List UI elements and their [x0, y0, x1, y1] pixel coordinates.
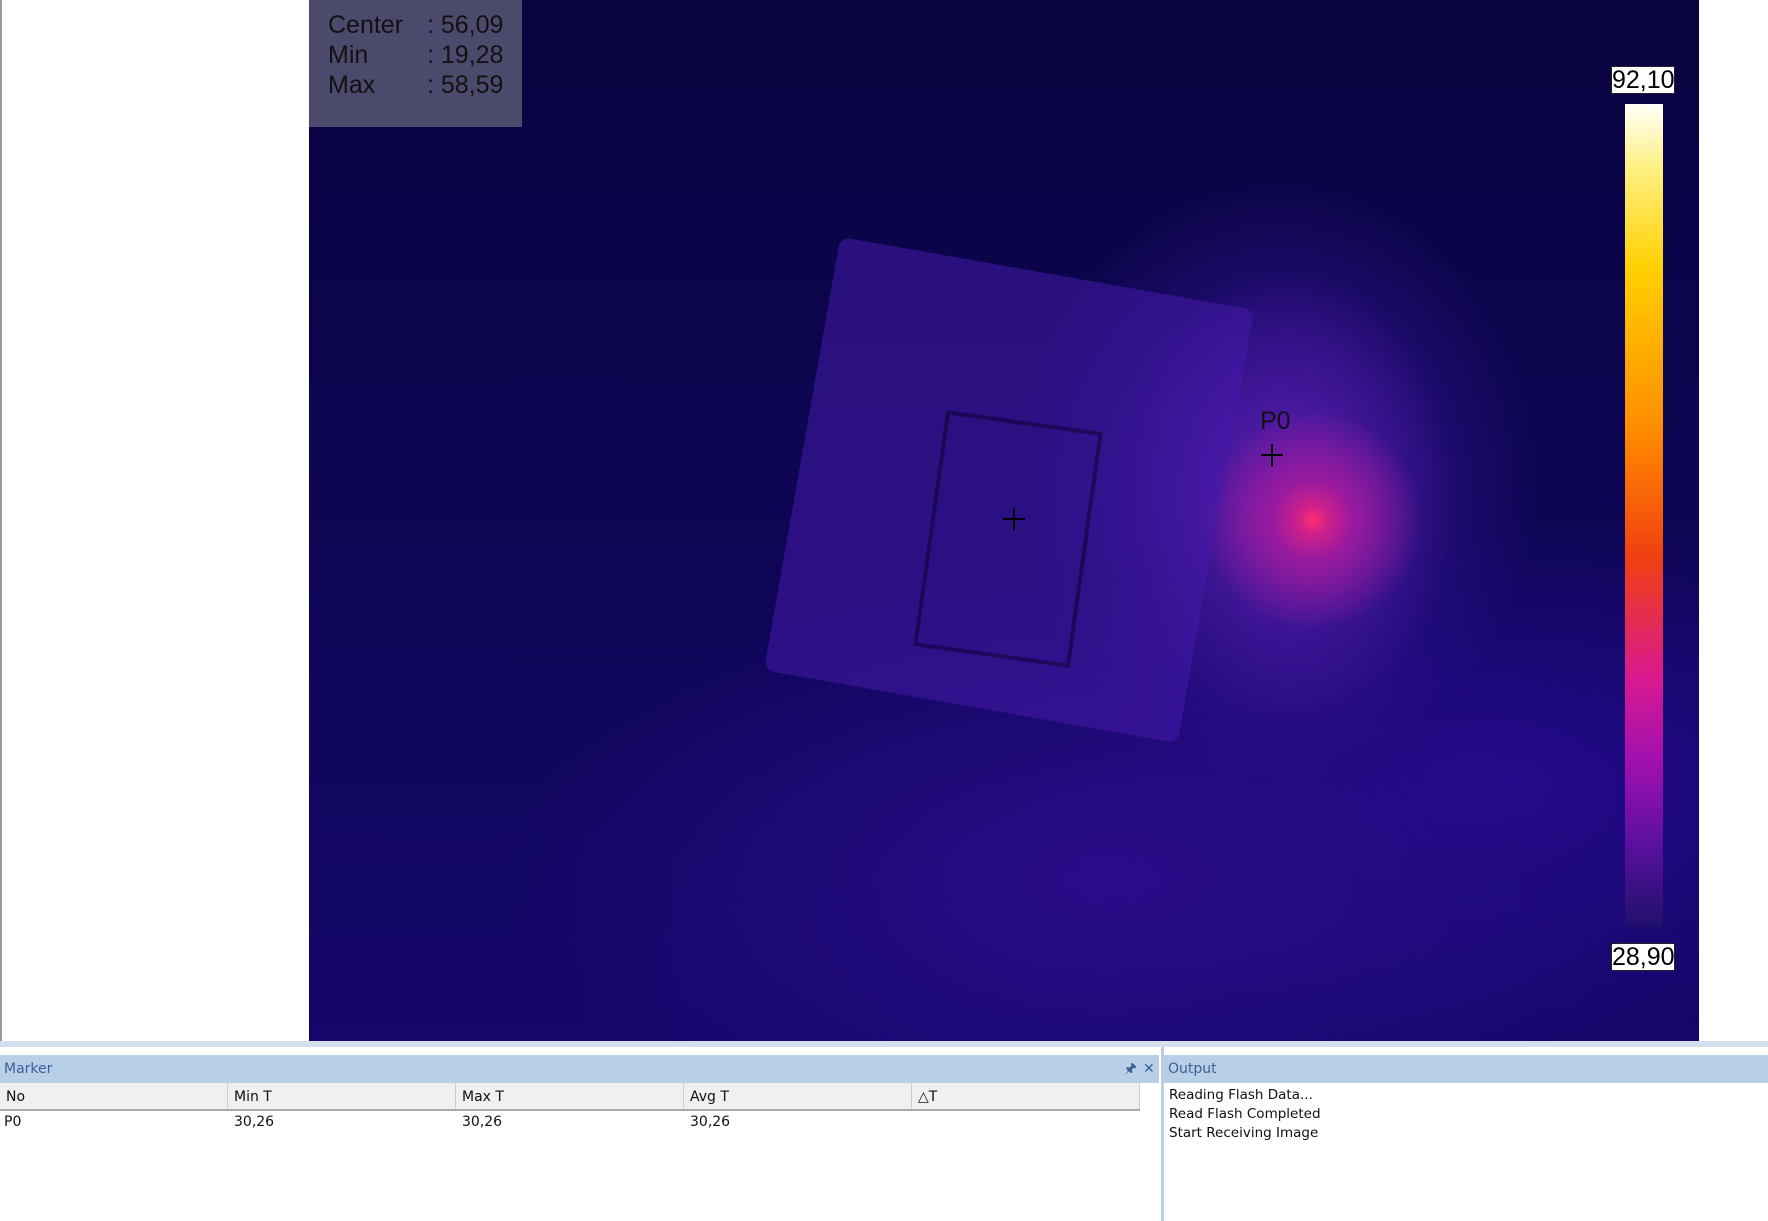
center-readout: Center : 56,09: [328, 11, 503, 40]
marker-table-header: No Min T Max T Avg T △T: [0, 1083, 1140, 1111]
cell-max-t: 30,26: [462, 1114, 503, 1130]
marker-p0-crosshair-icon[interactable]: [1261, 444, 1283, 466]
pin-icon[interactable]: 🖈: [1124, 1055, 1137, 1083]
scale-min-label: 28,90: [1611, 943, 1675, 971]
marker-panel-header: Marker 🖈 ✕: [0, 1055, 1159, 1083]
temperature-readout: Center : 56,09 Min : 19,28 Max : 58,59: [309, 0, 522, 127]
center-crosshair-icon: [1003, 508, 1025, 530]
min-value: : 19,28: [427, 41, 504, 69]
col-min-t[interactable]: Min T: [228, 1083, 456, 1109]
min-readout: Min : 19,28: [328, 41, 503, 70]
scale-max-label: 92,10: [1611, 66, 1675, 94]
log-line: Start Receiving Image: [1169, 1125, 1319, 1141]
col-no[interactable]: No: [0, 1083, 228, 1109]
log-line: Reading Flash Data...: [1169, 1087, 1313, 1103]
cell-no: P0: [4, 1114, 22, 1130]
output-panel: Output Reading Flash Data... Read Flash …: [1161, 1047, 1768, 1221]
color-scale-bar: [1625, 104, 1663, 927]
max-label: Max: [328, 71, 376, 99]
cell-min-t: 30,26: [234, 1114, 275, 1130]
max-value: : 58,59: [427, 71, 504, 99]
col-delta-t[interactable]: △T: [912, 1083, 1140, 1109]
marker-panel-title: Marker: [4, 1061, 53, 1077]
bottom-dock: Marker 🖈 ✕ No Min T Max T Avg T △T P0 30…: [0, 1041, 1768, 1221]
col-avg-t[interactable]: Avg T: [684, 1083, 912, 1109]
cell-avg-t: 30,26: [690, 1114, 731, 1130]
marker-p0-label[interactable]: P0: [1260, 407, 1291, 436]
output-panel-header: Output: [1164, 1055, 1768, 1083]
chip-thermal-region: [913, 410, 1103, 668]
table-row[interactable]: P0 30,26 30,26 30,26: [0, 1111, 1140, 1133]
max-readout: Max : 58,59: [328, 71, 503, 100]
marker-panel: Marker 🖈 ✕ No Min T Max T Avg T △T P0 30…: [0, 1047, 1159, 1221]
col-max-t[interactable]: Max T: [456, 1083, 684, 1109]
thermal-image-view[interactable]: Center : 56,09 Min : 19,28 Max : 58,59 P0 9…: [309, 0, 1699, 1041]
close-icon[interactable]: ✕: [1143, 1055, 1155, 1083]
min-label: Min: [328, 41, 369, 69]
left-pane: [0, 0, 309, 1041]
center-value: : 56,09: [427, 11, 504, 39]
center-label: Center: [328, 11, 404, 39]
log-line: Read Flash Completed: [1169, 1106, 1321, 1122]
